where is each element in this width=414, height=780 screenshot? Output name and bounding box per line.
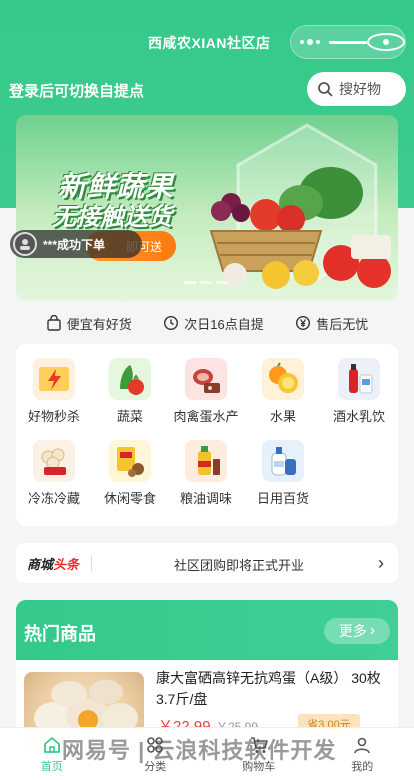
tab-mine[interactable]: 我的 (311, 728, 414, 780)
search-box[interactable]: 搜好物 (307, 72, 406, 106)
tab-label: 首页 (40, 761, 63, 773)
category-vegetable[interactable]: 蔬菜 (92, 358, 168, 428)
feature-label: 次日16点自提 (184, 316, 264, 332)
home-icon (43, 737, 60, 753)
chevron-right-icon: › (378, 553, 384, 573)
frozen-icon (33, 440, 75, 482)
banner-subheadline: 无接触送货 (52, 204, 172, 231)
fruit-icon (262, 358, 304, 400)
category-oil[interactable]: 粮油调味 (168, 440, 244, 510)
more-button[interactable] (291, 39, 329, 45)
drinks-icon (338, 358, 380, 400)
category-icon (147, 737, 164, 753)
order-toast: ***成功下单 (10, 230, 142, 258)
store-title: 西咸农XIAN社区店 (148, 35, 271, 51)
feature-after-sale: 售后无忧 (295, 312, 368, 334)
close-target-icon (367, 33, 405, 51)
user-avatar-icon (13, 232, 37, 256)
mini-program-capsule (290, 25, 406, 59)
category-label: 冷冻冷藏 (27, 491, 80, 506)
category-drinks[interactable]: 酒水乳饮 (321, 358, 397, 428)
headline-brand: 商城头条 (27, 554, 79, 573)
vegetable-basket-image (209, 167, 391, 289)
banner-indicator (184, 281, 228, 284)
category-label: 粮油调味 (179, 491, 232, 506)
category-frozen[interactable]: 冷冻冷藏 (16, 440, 92, 510)
tab-label: 分类 (144, 761, 167, 773)
cart-icon (250, 737, 268, 753)
flash-sale-icon (33, 358, 75, 400)
hot-products-header: 热门商品 更多 › (16, 600, 398, 660)
headline-brand-suffix: 头条 (53, 556, 80, 572)
vegetable-icon (109, 358, 151, 400)
tab-label: 购物车 (242, 761, 276, 773)
category-label: 好物秒杀 (27, 409, 80, 424)
clock-icon (164, 315, 179, 331)
tab-label: 我的 (351, 761, 374, 773)
close-button[interactable] (367, 33, 405, 51)
minimize-button[interactable] (329, 40, 367, 44)
category-label: 酒水乳饮 (332, 409, 385, 424)
category-snack[interactable]: 休闲零食 (92, 440, 168, 510)
more-dots-icon (291, 39, 329, 45)
feature-cheap: 便宜有好货 (46, 312, 132, 334)
bottom-tab-bar: 首页 分类 购物车 我的 (0, 727, 414, 780)
category-label: 日用百货 (256, 491, 309, 506)
minimize-icon (329, 40, 367, 44)
search-icon (318, 82, 333, 97)
tab-category[interactable]: 分类 (104, 728, 208, 780)
service-features: 便宜有好货 次日16点自提 售后无忧 (0, 312, 414, 334)
toast-text: ***成功下单 (43, 237, 106, 252)
meat-icon (185, 358, 227, 400)
category-label: 蔬菜 (116, 409, 143, 424)
hot-products-title: 热门商品 (24, 624, 96, 644)
feature-label: 售后无忧 (316, 316, 369, 332)
tab-cart[interactable]: 购物车 (207, 728, 311, 780)
more-button[interactable]: 更多 › (324, 618, 390, 644)
headline-brand-prefix: 商城 (27, 556, 54, 572)
oil-icon (185, 440, 227, 482)
yen-icon (296, 315, 311, 331)
product-name[interactable]: 康大富硒高锌无抗鸡蛋（A级） 30枚3.7斤/盘 (156, 668, 386, 710)
daily-goods-icon (262, 440, 304, 482)
category-label: 肉禽蛋水产 (173, 409, 239, 424)
category-meat[interactable]: 肉禽蛋水产 (168, 358, 244, 428)
bag-icon (47, 315, 61, 331)
chevron-right-icon: › (369, 622, 376, 639)
snack-icon (109, 440, 151, 482)
divider (91, 555, 93, 571)
feature-pickup-time: 次日16点自提 (163, 312, 264, 334)
login-tip[interactable]: 登录后可切换自提点 (9, 80, 144, 101)
category-label: 休闲零食 (103, 491, 156, 506)
user-icon (354, 737, 371, 754)
news-headline-bar[interactable]: 商城头条 社区团购即将正式开业 › (16, 543, 398, 583)
search-placeholder: 搜好物 (339, 81, 381, 97)
category-grid: 好物秒杀 蔬菜 肉禽蛋水产 水果 酒水乳饮 冷冻冷藏 休闲零食 粮油调味 日用百… (16, 344, 398, 526)
promo-banner[interactable]: 新鲜蔬果 无接触送货 即可送 (16, 115, 398, 301)
category-label: 水果 (269, 409, 296, 424)
feature-label: 便宜有好货 (66, 316, 132, 332)
tab-home[interactable]: 首页 (0, 728, 104, 780)
headline-text: 社区团购即将正式开业 (174, 558, 305, 573)
navigation-bar: 西咸农XIAN社区店 (0, 22, 414, 62)
more-label: 更多 (338, 623, 367, 639)
category-flash-sale[interactable]: 好物秒杀 (16, 358, 92, 428)
category-daily-goods[interactable]: 日用百货 (245, 440, 321, 510)
category-fruit[interactable]: 水果 (245, 358, 321, 428)
